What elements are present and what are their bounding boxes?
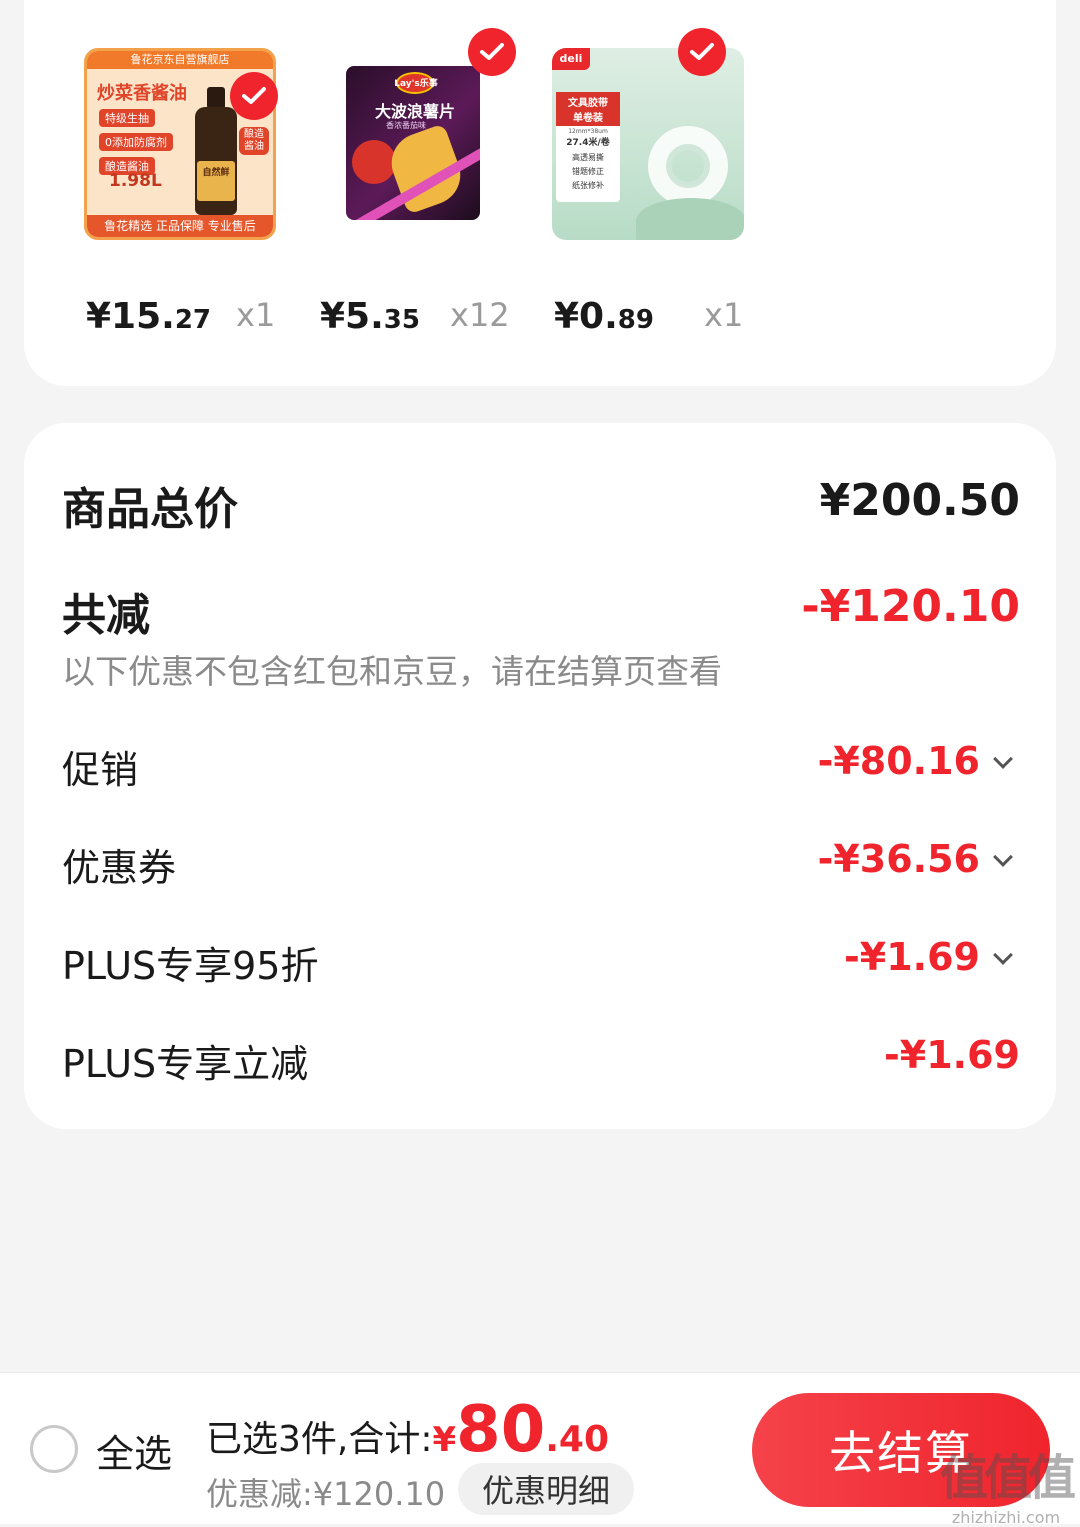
price-main: ¥0. [554,296,618,337]
product-quantity: x12 [450,296,510,334]
saved-amount: 优惠减:¥120.10 [206,1475,446,1513]
checkout-button[interactable]: 去结算 [752,1393,1050,1507]
product-footer: 鲁花精选 正品保障 专业售后 [87,215,273,237]
select-all-radio[interactable] [30,1425,78,1473]
selected-total: 已选3件,合计:¥80.40 [206,1393,609,1467]
tape-spec: 12mm*38um [568,128,608,135]
plus-discount-value: -¥1.69 [844,935,980,979]
price-summary-card: 商品总价 ¥200.50 共减 -¥120.10 以下优惠不包含红包和京豆，请在… [24,423,1056,1129]
price-cents: 35 [383,305,420,335]
product-title: 炒菜香酱油 [97,83,187,104]
price-main: ¥15. [86,296,175,337]
promotion-value: -¥80.16 [817,739,980,783]
product-quantity: x1 [704,296,744,334]
tag: 特级生抽 [99,109,155,127]
tape-feature: 纸张修补 [572,181,604,190]
plus-discount-row[interactable]: -¥1.69 [844,935,1013,979]
tape-feature: 错题修正 [572,167,604,176]
selected-check-icon[interactable] [678,28,726,76]
price-main: ¥5. [320,296,384,337]
plus-discount-label: PLUS专享95折 [62,944,319,988]
plus-instant-value: -¥1.69 [884,1033,1020,1077]
chevron-down-icon [993,945,1013,965]
discount-note: 以下优惠不包含红包和京豆，请在结算页查看 [62,652,722,691]
selected-check-icon[interactable] [230,72,278,120]
tape-roll-image [648,126,728,206]
store-banner: 鲁花京东自营旗舰店 [87,51,273,69]
total-amount: 80 [456,1393,546,1467]
chevron-down-icon [993,749,1013,769]
selected-products-card: 鲁花京东自营旗舰店 炒菜香酱油 特级生抽 0添加防腐剂 酿造酱油 1.98L 自… [24,0,1056,386]
side-badge: 酿造酱油 [239,127,269,155]
price-cents: 89 [617,305,654,335]
selected-count-text: 已选3件,合计: [206,1419,433,1460]
chips-flavor: 香浓番茄味 [386,121,426,130]
chevron-down-icon [993,847,1013,867]
tomato-image [352,140,396,184]
tape-info-panel: 文具胶带 单卷装 12mm*38um 27.4米/卷 高透易撕 错题修正 纸张修… [556,92,620,202]
total-cents: .40 [545,1419,609,1460]
price-cents: 27 [174,305,212,335]
total-discount-label: 共减 [62,590,150,641]
tape-feature: 高透易撕 [572,153,604,162]
plus-instant-label: PLUS专享立减 [62,1042,309,1086]
product-tags: 特级生抽 0添加防腐剂 酿造酱油 [99,109,173,175]
checkout-bar: 全选 已选3件,合计:¥80.40 优惠减:¥120.10 优惠明细 去结算 [0,1372,1080,1524]
chips-bag-image: Lay's乐事 大波浪薯片 香浓番茄味 [346,66,480,220]
discount-detail-button[interactable]: 优惠明细 [458,1463,634,1515]
total-currency: ¥ [432,1420,457,1460]
promotion-label: 促销 [62,748,139,792]
product-volume: 1.98L [109,171,162,191]
coupon-label: 优惠券 [62,846,177,890]
tape-length: 27.4米/卷 [566,138,610,148]
product-quantity: x1 [236,296,276,334]
product-price: ¥15.27 [86,296,211,337]
total-price-label: 商品总价 [62,484,238,535]
tape-subtitle: 单卷装 [556,109,620,126]
brand-label: 自然鲜 [202,168,230,178]
coupon-row[interactable]: -¥36.56 [817,837,1013,881]
deli-logo: deli [552,48,590,70]
product-thumbnail-tape[interactable]: deli 文具胶带 单卷装 12mm*38um 27.4米/卷 高透易撕 错题修… [552,48,744,240]
chips-brand: Lay's乐事 [394,79,438,89]
product-price: ¥5.35 [320,296,420,337]
product-price: ¥0.89 [554,296,654,337]
chips-title: 大波浪薯片 [374,102,455,121]
selected-check-icon[interactable] [468,28,516,76]
coupon-value: -¥36.56 [817,837,980,881]
product-thumbnail-potato-chips[interactable]: Lay's乐事 大波浪薯片 香浓番茄味 [314,48,506,240]
tag: 0添加防腐剂 [99,133,173,151]
total-discount-value: -¥120.10 [801,581,1020,632]
tape-title: 文具胶带 [556,92,620,109]
promotion-row[interactable]: -¥80.16 [817,739,1013,783]
total-price-value: ¥200.50 [819,475,1020,526]
select-all-label[interactable]: 全选 [96,1423,172,1478]
